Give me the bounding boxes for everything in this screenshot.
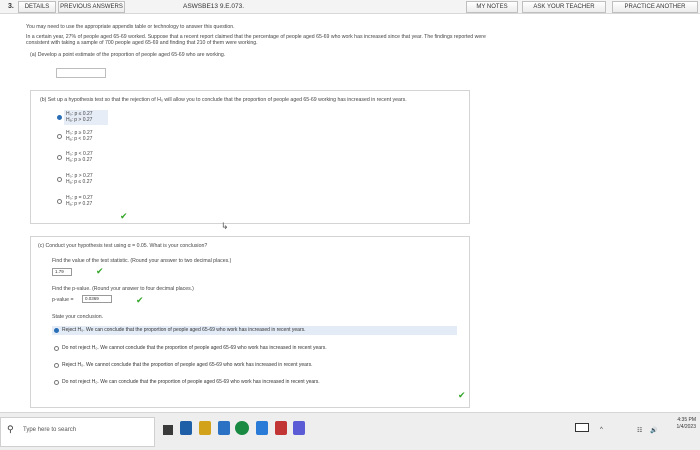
conclusion-option-3[interactable]: Reject H₀. We cannot conclude that the p… [52,361,457,370]
task-view-icon[interactable] [163,425,173,435]
keyboard-icon[interactable] [575,423,589,432]
clock-date: 1/4/2023 [676,424,696,430]
option-5-alt: Hₐ: p ≠ 0.27 [66,201,93,207]
search-icon: ⚲ [7,424,14,434]
mouse-cursor-icon: ↳ [221,221,229,231]
part-a-prompt: (a) Develop a point estimate of the prop… [30,52,226,58]
conclusion-option-4-label: Do not reject H₀. We can conclude that t… [62,379,320,385]
conclusion-option-2-radio[interactable] [54,346,59,351]
pvalue-prompt: Find the p-value. (Round your answer to … [52,286,194,292]
question-code: ASWSBE13 9.E.073. [183,3,245,10]
details-button[interactable]: DETAILS [18,1,56,13]
instructions-text: You may need to use the appropriate appe… [26,24,235,30]
hypothesis-option-4: H₀: p > 0.27 Hₐ: p ≤ 0.27 [66,173,93,185]
conclusion-option-2[interactable]: Do not reject H₀. We cannot conclude tha… [52,344,457,353]
hypothesis-option-3-radio[interactable] [57,155,62,160]
conclusion-option-3-radio[interactable] [54,363,59,368]
test-stat-prompt: Find the value of the test statistic. (R… [52,258,232,264]
volume-icon[interactable]: 🔊 [650,427,657,434]
hypothesis-option-5-radio[interactable] [57,199,62,204]
conclusion-option-3-label: Reject H₀. We cannot conclude that the p… [62,362,313,368]
question-number: 3. [8,3,14,10]
option-4-alt: Hₐ: p ≤ 0.27 [66,179,93,185]
test-stat-correct-check-icon: ✔ [96,266,104,276]
word-icon[interactable] [293,421,305,435]
state-conclusion-label: State your conclusion. [52,314,104,320]
hypothesis-option-2: H₀: p ≥ 0.27 Hₐ: p < 0.27 [66,130,93,142]
ask-teacher-button[interactable]: ASK YOUR TEACHER [522,1,606,13]
hypothesis-option-2-radio[interactable] [57,134,62,139]
pvalue-input[interactable]: 0.0369 [82,295,112,303]
mail-icon[interactable] [218,421,230,435]
previous-answers-button[interactable]: PREVIOUS ANSWERS [58,1,125,13]
test-stat-input[interactable]: 1.79 [52,268,72,276]
file-explorer-icon[interactable] [180,421,192,435]
my-notes-button[interactable]: MY NOTES [466,1,518,13]
wifi-icon[interactable]: ☷ [637,427,642,434]
part-c-prompt: (c) Conduct your hypothesis test using α… [38,243,208,249]
pvalue-label: p-value = [52,297,74,303]
taskbar-search-placeholder: Type here to search [23,427,77,433]
practice-another-button[interactable]: PRACTICE ANOTHER [612,1,698,13]
option-2-alt: Hₐ: p < 0.27 [66,136,93,142]
hypothesis-option-4-radio[interactable] [57,177,62,182]
part-a-answer-input[interactable] [56,68,106,78]
taskbar-search-box[interactable]: ⚲ Type here to search [0,417,155,447]
conclusion-option-4-radio[interactable] [54,380,59,385]
conclusion-option-2-label: Do not reject H₀. We cannot conclude tha… [62,345,327,351]
part-c-correct-check-icon: ✔ [458,390,466,400]
system-clock[interactable]: 4:35 PM 1/4/2023 [677,417,696,431]
conclusion-option-1-radio[interactable] [54,328,59,333]
app-icon[interactable] [275,421,287,435]
option-3-alt: Hₐ: p ≥ 0.27 [66,157,93,163]
clock-time: 4:35 PM [677,417,696,423]
question-header-bar: 3. DETAILS PREVIOUS ANSWERS ASWSBE13 9.E… [0,0,700,14]
part-b-prompt: (b) Set up a hypothesis test so that the… [40,97,407,103]
chrome-icon[interactable] [235,421,249,435]
conclusion-option-1[interactable]: Reject H₀. We can conclude that the prop… [52,326,457,335]
folder-icon[interactable] [199,421,211,435]
store-icon[interactable] [256,421,268,435]
option-1-alt: Hₐ: p > 0.27 [66,117,93,123]
hypothesis-option-3: H₀: p < 0.27 Hₐ: p ≥ 0.27 [66,151,93,163]
part-b-correct-check-icon: ✔ [120,211,128,221]
conclusion-option-4[interactable]: Do not reject H₀. We can conclude that t… [52,378,457,387]
hypothesis-option-1-radio[interactable] [57,115,62,120]
conclusion-option-1-label: Reject H₀. We can conclude that the prop… [62,327,306,333]
hypothesis-option-1: H₀: p ≤ 0.27 Hₐ: p > 0.27 [66,111,93,123]
pvalue-correct-check-icon: ✔ [136,295,144,305]
chevron-up-icon[interactable]: ^ [600,427,603,433]
hypothesis-option-5: H₀: p = 0.27 Hₐ: p ≠ 0.27 [66,195,93,207]
windows-taskbar: ⚲ Type here to search ^ ☷ 🔊 4:35 PM 1/4/… [0,412,700,450]
problem-text-line2: consistent with taking a sample of 700 p… [26,40,258,46]
